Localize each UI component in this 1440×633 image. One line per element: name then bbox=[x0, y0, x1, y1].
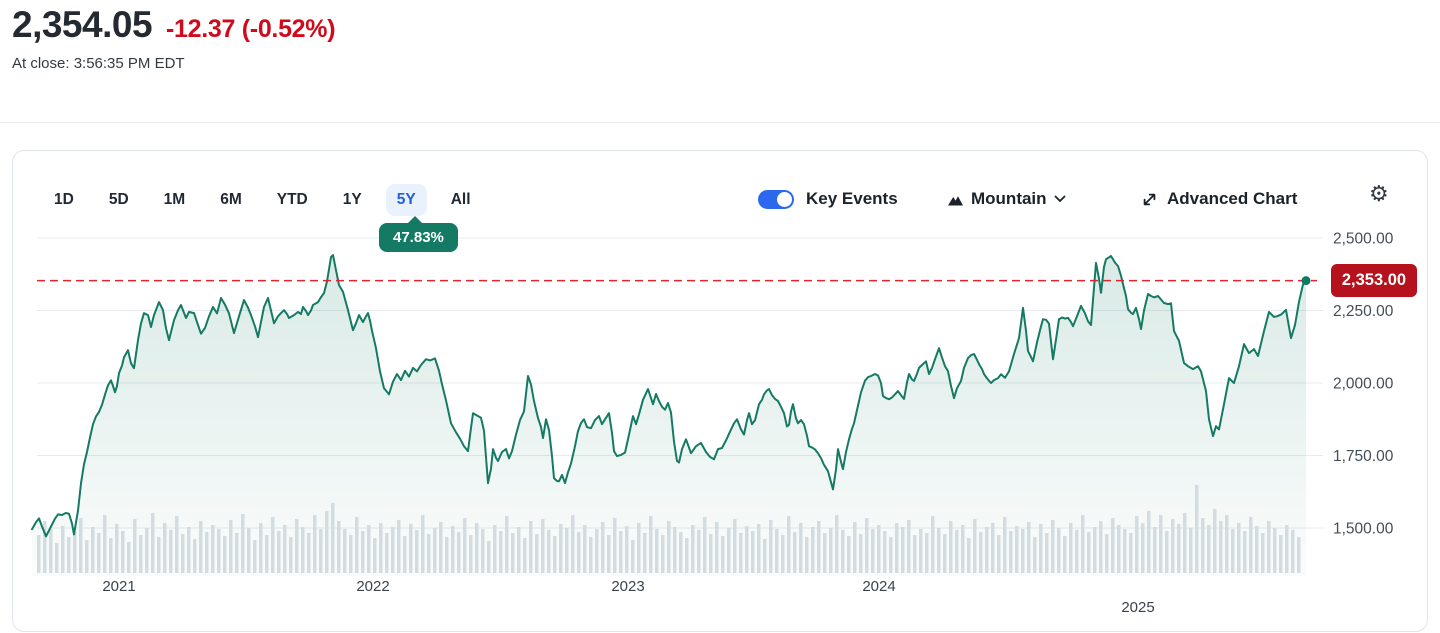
svg-text:2,500.00: 2,500.00 bbox=[1333, 231, 1394, 248]
advanced-chart-label: Advanced Chart bbox=[1167, 189, 1297, 209]
key-events-label: Key Events bbox=[806, 189, 898, 209]
tab-5y[interactable]: 5Y bbox=[386, 184, 427, 216]
tab-6m[interactable]: 6M bbox=[209, 184, 253, 216]
advanced-chart-link[interactable]: Advanced Chart bbox=[1141, 189, 1297, 209]
svg-text:2021: 2021 bbox=[102, 578, 135, 595]
key-events-toggle[interactable] bbox=[758, 190, 794, 209]
tab-5d[interactable]: 5D bbox=[98, 184, 140, 216]
gain-badge: 47.83% bbox=[379, 223, 458, 252]
tab-1d[interactable]: 1D bbox=[43, 184, 85, 216]
svg-text:2024: 2024 bbox=[862, 578, 895, 595]
svg-text:2025: 2025 bbox=[1121, 599, 1154, 616]
svg-text:2,250.00: 2,250.00 bbox=[1333, 303, 1394, 320]
header-divider bbox=[0, 122, 1440, 123]
x-axis-labels: 2021 2022 2023 2024 2025 bbox=[102, 578, 1154, 616]
toggle-knob bbox=[777, 192, 792, 207]
svg-text:2022: 2022 bbox=[356, 578, 389, 595]
tab-1y[interactable]: 1Y bbox=[332, 184, 373, 216]
gear-icon[interactable]: ⚙ bbox=[1369, 184, 1389, 206]
svg-text:2023: 2023 bbox=[611, 578, 644, 595]
chart-type-label: Mountain bbox=[971, 189, 1047, 209]
price-value: 2,354.05 bbox=[12, 4, 152, 46]
svg-text:1,500.00: 1,500.00 bbox=[1333, 521, 1394, 538]
chart-type-dropdown[interactable]: Mountain bbox=[947, 189, 1066, 209]
market-close-time: At close: 3:56:35 PM EDT bbox=[12, 55, 335, 72]
tab-ytd[interactable]: YTD bbox=[266, 184, 319, 216]
tab-all[interactable]: All bbox=[440, 184, 482, 216]
mountain-icon bbox=[947, 192, 964, 207]
chart-canvas[interactable]: 2,500.00 2,250.00 2,000.00 1,750.00 1,500.00… bbox=[13, 151, 1427, 631]
svg-text:2,000.00: 2,000.00 bbox=[1333, 376, 1394, 393]
chart-card: 2,500.00 2,250.00 2,000.00 1,750.00 1,500.00… bbox=[12, 150, 1428, 632]
expand-arrows-icon bbox=[1141, 191, 1158, 208]
price-row: 2,354.05 -12.37 (-0.52%) bbox=[12, 4, 335, 46]
price-change: -12.37 (-0.52%) bbox=[166, 15, 335, 44]
last-price-dot bbox=[1302, 276, 1311, 285]
tab-1m[interactable]: 1M bbox=[153, 184, 197, 216]
finance-quote-page: { "header": { "price": "2,354.05", "chan… bbox=[0, 0, 1440, 633]
svg-text:1,750.00: 1,750.00 bbox=[1333, 448, 1394, 465]
current-price-tag: 2,353.00 bbox=[1331, 264, 1417, 297]
range-tab-bar: 1D 5D 1M 6M YTD 1Y 5Y All bbox=[43, 184, 482, 216]
chevron-down-icon bbox=[1054, 195, 1066, 203]
quote-header: 2,354.05 -12.37 (-0.52%) At close: 3:56:… bbox=[12, 4, 335, 72]
